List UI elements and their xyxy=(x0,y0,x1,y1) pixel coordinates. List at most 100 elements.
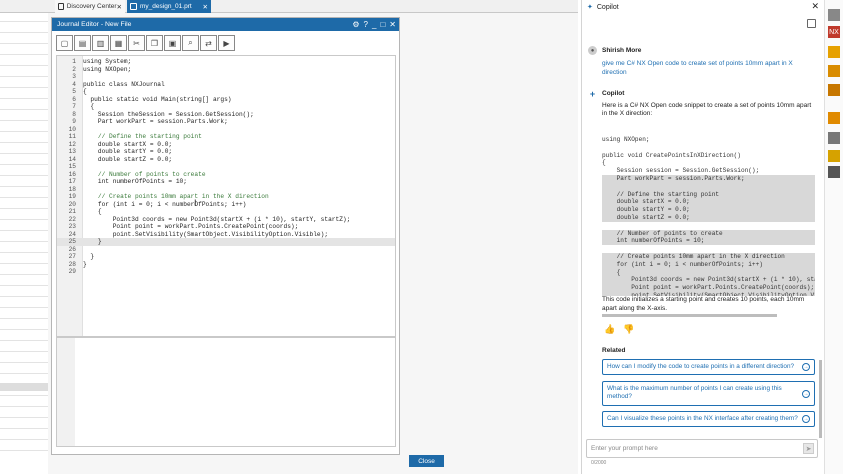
copilot-scrollbar[interactable] xyxy=(819,360,822,438)
line-number: 1 xyxy=(72,58,76,65)
line-number: 27 xyxy=(68,253,76,260)
left-scrollbar[interactable] xyxy=(0,383,48,391)
line-number: 5 xyxy=(72,88,76,95)
line-text: using System; xyxy=(83,58,132,65)
line-text: { xyxy=(83,208,102,215)
tree-row-divider xyxy=(0,373,48,374)
line-text: public class NXJournal xyxy=(83,80,165,88)
thumbs-down-icon[interactable]: 👎 xyxy=(623,324,634,335)
line-number: 19 xyxy=(68,193,76,200)
code-lines: 1 using System; 2 using NXOpen; 3 4 public cla… xyxy=(57,58,395,276)
response-code-block[interactable]: using NXOpen; public void CreatePointsInX… xyxy=(602,136,815,296)
thumbs-up-icon[interactable]: 👍 xyxy=(604,324,615,335)
output-pane[interactable] xyxy=(56,337,396,447)
copilot-name: Copilot xyxy=(602,90,625,97)
assembly-icon[interactable] xyxy=(828,65,840,77)
journal-editor-dialog: Journal Editor - New File ⚙ ? _ □ ✕ ▢ ▤ ▥ ▦… xyxy=(51,17,444,467)
line-text xyxy=(78,268,83,276)
layers-stack-icon[interactable] xyxy=(828,150,840,162)
code-horizontal-scrollbar[interactable] xyxy=(602,314,777,317)
code-line: 7 { xyxy=(57,103,395,111)
line-number: 15 xyxy=(68,163,76,170)
close-tab-icon[interactable]: ✕ xyxy=(117,3,122,11)
related-question-button[interactable]: Can I visualize these points in the NX i… xyxy=(602,411,815,427)
copilot-logo-icon: ✦ xyxy=(587,4,593,11)
response-code-line: Part workPart = session.Parts.Work; xyxy=(602,174,815,183)
nx-logo-icon[interactable]: NX xyxy=(828,26,840,38)
user-avatar: ● xyxy=(588,46,597,55)
discovery-icon xyxy=(58,3,64,10)
code-line: 9 Part workPart = session.Parts.Work; xyxy=(57,118,395,126)
code-line: 1 using System; xyxy=(57,58,395,66)
code-line: 8 Session theSession = Session.GetSessio… xyxy=(57,111,395,119)
tab-my-design[interactable]: my_design_01.prt ✕ xyxy=(127,0,211,13)
attribute-icon[interactable] xyxy=(828,112,840,124)
minimize-icon[interactable]: _ xyxy=(372,19,376,30)
related-question-text: Can I visualize these points in the NX i… xyxy=(607,415,798,422)
play-icon[interactable]: ▶ xyxy=(218,35,235,51)
tree-row-divider xyxy=(0,329,48,330)
code-line: 6 public static void Main(string[] args) xyxy=(57,95,395,104)
tree-row-divider xyxy=(0,186,48,187)
gear-part-icon[interactable] xyxy=(828,166,840,178)
close-icon[interactable]: ✕ xyxy=(389,19,396,30)
code-line: 25 } xyxy=(57,238,395,246)
tools-icon[interactable] xyxy=(828,84,840,96)
paste-icon[interactable]: ▣ xyxy=(164,35,181,51)
related-question-text: How can I modify the code to create poin… xyxy=(607,363,795,370)
cube-icon[interactable] xyxy=(828,9,840,21)
arrow-right-icon: → xyxy=(802,415,810,423)
line-text: // Define the starting point xyxy=(83,133,202,140)
code-line: 18 xyxy=(57,186,395,194)
line-number: 17 xyxy=(68,178,76,185)
tab-discovery-center[interactable]: Discovery Center ✕ xyxy=(55,0,125,13)
maximize-icon[interactable]: □ xyxy=(380,19,385,30)
replace-icon[interactable]: ⇄ xyxy=(200,35,217,51)
open-file-icon[interactable]: ▤ xyxy=(74,35,91,51)
line-number: 20 xyxy=(68,200,76,208)
save-as-icon[interactable]: ▦ xyxy=(110,35,127,51)
line-number: 4 xyxy=(72,80,76,88)
line-number: 14 xyxy=(68,155,76,163)
line-number: 9 xyxy=(72,118,76,125)
tree-row-divider xyxy=(0,263,48,264)
arrow-right-icon: → xyxy=(802,363,810,371)
find-icon[interactable]: ⌕ xyxy=(182,35,199,51)
response-intro: Here is a C# NX Open code snippet to cre… xyxy=(602,102,812,117)
char-counter: 0/2000 xyxy=(591,460,607,466)
send-icon[interactable]: ➤ xyxy=(803,443,814,454)
document-icon[interactable] xyxy=(828,132,840,144)
resource-bar: NX xyxy=(824,0,843,474)
text-cursor-icon: I xyxy=(194,198,197,208)
tree-row-divider xyxy=(0,340,48,341)
copilot-panel: ✦ Copilot ✕ ● Shirish More give me C# NX… xyxy=(581,0,824,474)
related-question-button[interactable]: What is the maximum number of points I c… xyxy=(602,381,815,406)
response-code-line: double startZ = 0.0; xyxy=(602,213,815,222)
prompt-input[interactable]: Enter your prompt here ➤ xyxy=(586,439,818,458)
response-code-line: double startY = 0.0; xyxy=(602,206,815,214)
tree-row-divider xyxy=(0,87,48,88)
help-icon[interactable]: ? xyxy=(364,19,368,30)
new-file-icon[interactable]: ▢ xyxy=(56,35,73,51)
line-text: } xyxy=(83,260,87,268)
line-text: public static void Main(string[] args) xyxy=(83,95,232,103)
save-icon[interactable]: ▥ xyxy=(92,35,109,51)
copilot-title: Copilot xyxy=(596,3,619,11)
related-question-button[interactable]: How can I modify the code to create poin… xyxy=(602,359,815,375)
line-text: double startX = 0.0; xyxy=(83,140,173,148)
line-number: 22 xyxy=(68,215,76,223)
line-text xyxy=(78,73,83,81)
close-tab-icon[interactable]: ✕ xyxy=(203,3,208,11)
response-summary: This code initializes a starting point a… xyxy=(602,296,805,312)
close-icon[interactable]: ✕ xyxy=(811,1,819,12)
code-editor[interactable]: 1 using System; 2 using NXOpen; 3 4 public cla… xyxy=(56,55,396,337)
new-chat-icon[interactable] xyxy=(807,19,816,28)
close-button[interactable]: Close xyxy=(409,455,444,467)
copy-icon[interactable]: ❐ xyxy=(146,35,163,51)
code-line: 23 Point point = workPart.Points.CreateP… xyxy=(57,223,395,231)
settings-icon[interactable]: ⚙ xyxy=(352,19,359,30)
layers-icon[interactable] xyxy=(828,46,840,58)
line-number: 21 xyxy=(68,208,76,215)
journal-editor-titlebar[interactable]: Journal Editor - New File ⚙ ? _ □ ✕ xyxy=(52,18,399,31)
cut-icon[interactable]: ✂ xyxy=(128,35,145,51)
